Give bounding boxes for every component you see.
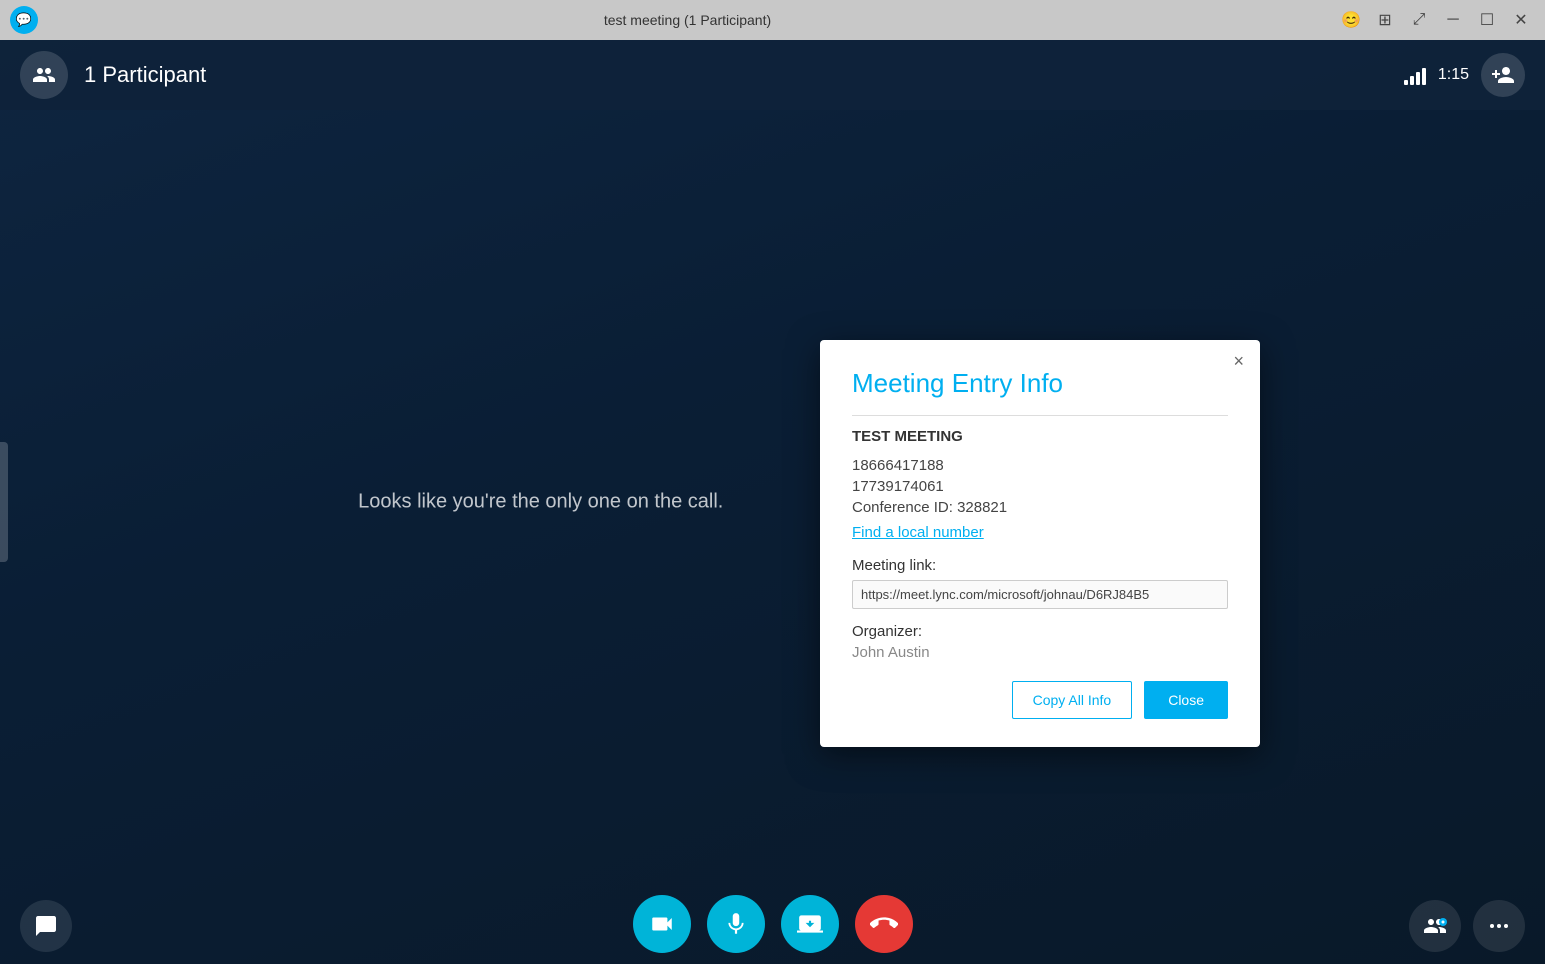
fullscreen-button[interactable]: ⤢ [1405,6,1433,34]
screenshot-button[interactable]: ⊞ [1371,6,1399,34]
skype-logo: 💬 [10,6,38,34]
title-bar-left: 💬 [0,6,38,34]
organizer-value: John Austin [852,644,1228,661]
meeting-link-label: Meeting link: [852,557,1228,574]
close-button[interactable]: ✕ [1507,6,1535,34]
restore-button[interactable]: ☐ [1473,6,1501,34]
modal-overlay: × Meeting Entry Info TEST MEETING 186664… [0,40,1545,964]
minimize-button[interactable]: ─ [1439,6,1467,34]
title-bar-controls: 😊 ⊞ ⤢ ─ ☐ ✕ [1337,6,1545,34]
modal-meeting-name: TEST MEETING [852,428,1228,445]
modal-phone-2: 17739174061 [852,478,1228,495]
emoji-button[interactable]: 😊 [1337,6,1365,34]
modal-close-icon[interactable]: × [1233,352,1244,370]
conference-id-value: 328821 [957,499,1007,516]
copy-all-info-button[interactable]: Copy All Info [1012,681,1133,719]
modal-footer: Copy All Info Close [852,681,1228,719]
meeting-link-url: https://meet.lync.com/microsoft/johnau/D… [852,580,1228,609]
organizer-label: Organizer: [852,623,1228,640]
window-title: test meeting (1 Participant) [38,12,1337,28]
modal-phone-1: 18666417188 [852,457,1228,474]
title-bar: 💬 test meeting (1 Participant) 😊 ⊞ ⤢ ─ ☐… [0,0,1545,40]
meeting-entry-info-modal: × Meeting Entry Info TEST MEETING 186664… [820,340,1260,747]
find-local-number-link[interactable]: Find a local number [852,524,1228,541]
modal-divider [852,415,1228,416]
main-video-area: 1 Participant 1:15 Looks like you're the… [0,40,1545,964]
modal-conference-id: Conference ID: 328821 [852,499,1228,516]
skype-icon: 💬 [16,12,32,28]
close-modal-button[interactable]: Close [1144,681,1228,719]
conference-id-label: Conference ID: [852,499,953,516]
modal-title: Meeting Entry Info [852,368,1228,399]
